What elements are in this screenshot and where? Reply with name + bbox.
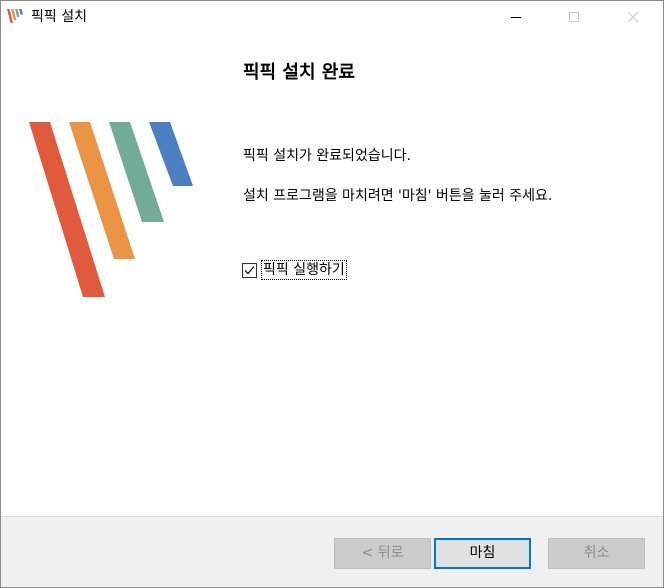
minimize-icon <box>511 16 521 18</box>
launch-picpick-checkbox[interactable] <box>242 262 257 278</box>
logo-stripe-blue <box>149 122 193 186</box>
maximize-button[interactable] <box>551 1 597 32</box>
button-bar: < 뒤로 마침 취소 <box>1 516 663 587</box>
completion-message: 픽픽 설치가 완료되었습니다. <box>243 148 411 164</box>
close-button[interactable] <box>610 1 656 32</box>
maximize-icon <box>569 11 579 22</box>
launch-picpick-option[interactable]: 픽픽 실행하기 <box>242 260 347 280</box>
picpick-logo <box>29 122 193 297</box>
minimize-button[interactable] <box>493 1 539 32</box>
instruction-message: 설치 프로그램을 마치려면 '마침' 버튼을 눌러 주세요. <box>243 188 553 204</box>
finish-button[interactable]: 마침 <box>434 538 531 569</box>
close-icon <box>627 11 639 22</box>
cancel-button[interactable]: 취소 <box>548 538 645 569</box>
picpick-app-icon <box>7 9 23 23</box>
back-button[interactable]: < 뒤로 <box>334 538 431 569</box>
page-title: 픽픽 설치 완료 <box>243 62 355 83</box>
window-title: 픽픽 설치 <box>31 9 87 25</box>
installer-window: 픽픽 설치 픽픽 설치 완료 픽픽 설치가 완료되었습니다. 설치 프로그램을 … <box>0 0 664 588</box>
checkmark-icon <box>244 265 255 274</box>
title-bar[interactable]: 픽픽 설치 <box>1 1 663 32</box>
launch-picpick-label[interactable]: 픽픽 실행하기 <box>261 260 347 280</box>
